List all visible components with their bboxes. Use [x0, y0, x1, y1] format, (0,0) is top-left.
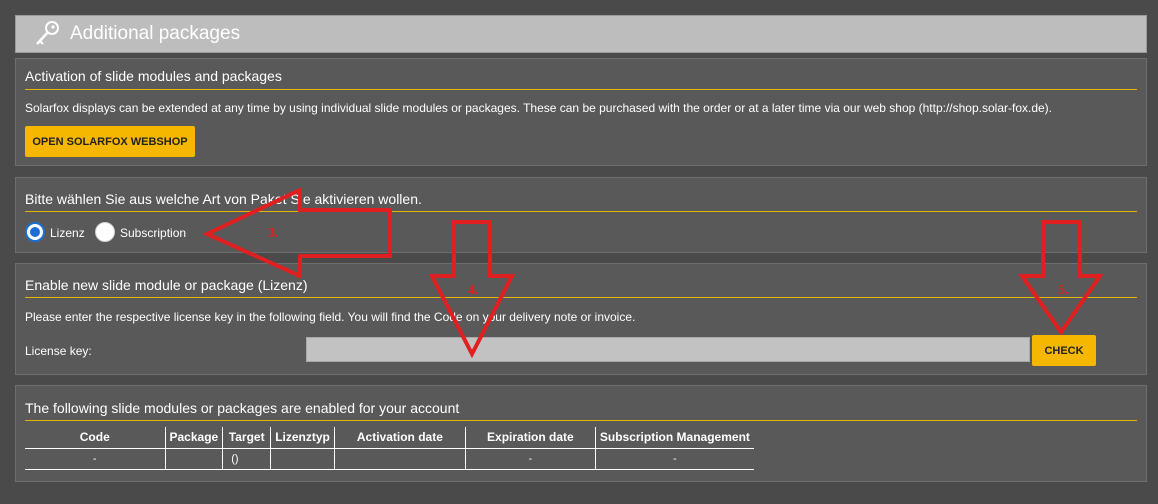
column-header: Package	[165, 427, 224, 448]
divider	[25, 420, 1137, 421]
enable-heading: Enable new slide module or package (Lize…	[25, 277, 308, 293]
table-cell: -	[595, 447, 754, 470]
enabled-packages-panel: The following slide modules or packages …	[15, 385, 1147, 482]
activation-description: Solarfox displays can be extended at any…	[25, 101, 1053, 115]
license-key-input[interactable]	[306, 337, 1030, 362]
radio-lizenz-label[interactable]: Lizenz	[50, 226, 85, 240]
enable-package-panel: Enable new slide module or package (Lize…	[15, 263, 1147, 375]
table-cell	[334, 447, 466, 470]
radio-subscription[interactable]	[95, 222, 115, 242]
radio-lizenz[interactable]	[25, 222, 45, 242]
activation-heading: Activation of slide modules and packages	[25, 68, 282, 84]
key-icon	[36, 21, 59, 45]
divider	[25, 89, 1137, 90]
column-header: Code	[25, 427, 166, 448]
enabled-packages-table: Code Package Target Lizenztyp Activation…	[25, 427, 754, 470]
table-cell: -	[25, 447, 166, 470]
table-cell: ()	[222, 447, 272, 470]
package-type-panel: Bitte wählen Sie aus welche Art von Pake…	[15, 177, 1147, 253]
enable-instruction: Please enter the respective license key …	[25, 310, 636, 324]
table-header-row: Code Package Target Lizenztyp Activation…	[25, 427, 754, 448]
license-key-label: License key:	[25, 344, 92, 358]
table-cell	[270, 447, 335, 470]
column-header: Target	[222, 427, 272, 448]
package-type-heading: Bitte wählen Sie aus welche Art von Pake…	[25, 191, 422, 207]
divider	[25, 211, 1137, 212]
column-header: Expiration date	[465, 427, 596, 448]
radio-subscription-label[interactable]: Subscription	[120, 226, 186, 240]
activation-panel: Activation of slide modules and packages…	[15, 58, 1147, 166]
column-header: Activation date	[334, 427, 466, 448]
table-cell: -	[465, 447, 596, 470]
check-button[interactable]: CHECK	[1032, 335, 1096, 366]
table-cell	[165, 447, 224, 470]
divider	[25, 297, 1137, 298]
column-header: Subscription Management	[599, 430, 750, 445]
table-row: - () - -	[25, 447, 754, 470]
column-header: Lizenztyp	[270, 427, 335, 448]
open-webshop-button[interactable]: OPEN SOLARFOX WEBSHOP	[25, 126, 195, 157]
page-title: Additional packages	[70, 23, 241, 44]
enabled-heading: The following slide modules or packages …	[25, 400, 460, 416]
page-header: Additional packages	[15, 15, 1147, 53]
